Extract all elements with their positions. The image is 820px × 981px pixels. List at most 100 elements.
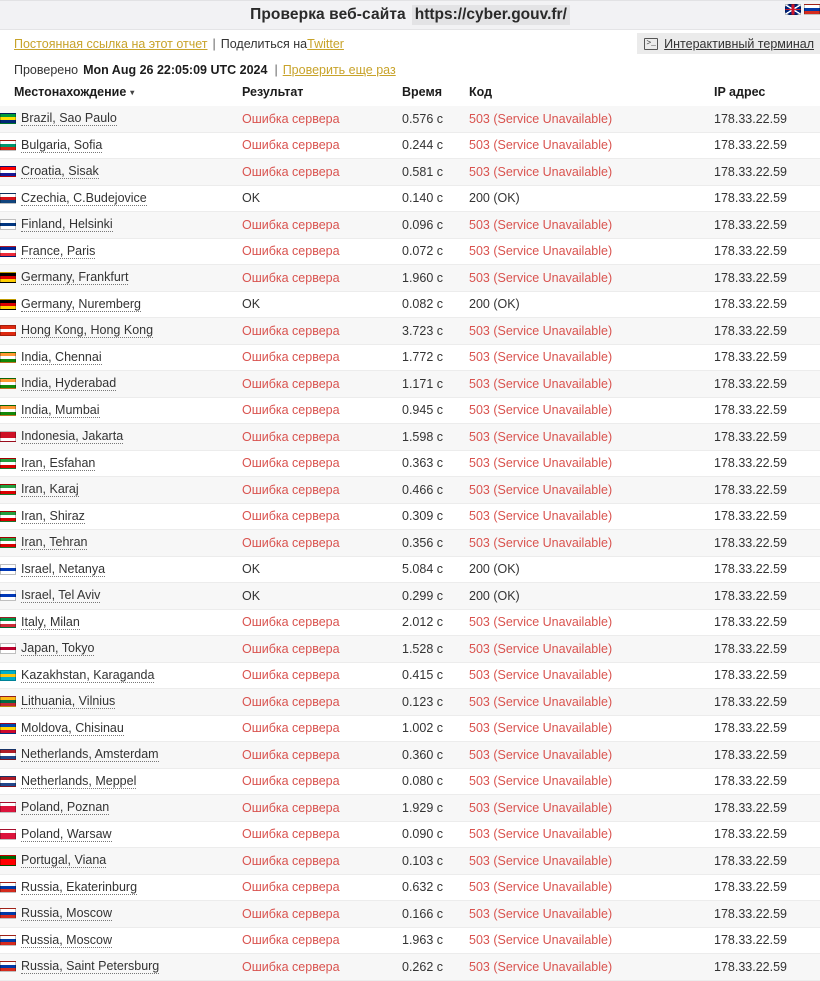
location-name[interactable]: Indonesia, Jakarta <box>21 429 124 445</box>
cell-code: 503 (Service Unavailable) <box>469 688 714 716</box>
cell-location: Netherlands, Amsterdam <box>0 741 242 769</box>
cell-location: Germany, Nuremberg <box>0 291 242 318</box>
location-name[interactable]: Italy, Milan <box>21 615 80 630</box>
cell-location: Indonesia, Jakarta <box>0 423 242 451</box>
column-header-location-label: Местонахождение <box>14 85 127 99</box>
cell-ip: 178.33.22.59 <box>714 874 820 901</box>
location-name[interactable]: Poland, Poznan <box>21 800 110 816</box>
share-label: Поделиться на <box>220 36 308 51</box>
cell-ip: 178.33.22.59 <box>714 609 820 636</box>
location-name[interactable]: Bulgaria, Sofia <box>21 138 103 153</box>
location-name[interactable]: Iran, Karaj <box>21 482 79 498</box>
location-name[interactable]: Czechia, C.Budejovice <box>21 191 147 206</box>
location-name[interactable]: Portugal, Viana <box>21 853 107 869</box>
sort-caret-icon: ▾ <box>130 88 135 97</box>
location-name[interactable]: India, Chennai <box>21 350 102 365</box>
location-name[interactable]: Iran, Shiraz <box>21 509 85 524</box>
location-name[interactable]: Poland, Warsaw <box>21 827 112 842</box>
location-name[interactable]: Kazakhstan, Karaganda <box>21 668 155 683</box>
russia-flag-icon <box>0 908 16 920</box>
location-name[interactable]: Israel, Netanya <box>21 562 106 577</box>
table-row: Germany, Nuremberg OK 0.082 с 200 (OK) 178.3… <box>0 291 820 318</box>
column-header-ip[interactable]: IP адрес <box>714 83 820 106</box>
cell-location: Kazakhstan, Karaganda <box>0 662 242 689</box>
cell-time: 0.140 с <box>402 185 469 212</box>
table-row: Croatia, Sisak Ошибка сервера 0.581 с 503 (… <box>0 158 820 186</box>
checked-url: https://cyber.gouv.fr/ <box>411 5 570 25</box>
location-name[interactable]: Iran, Esfahan <box>21 456 96 471</box>
cell-code: 503 (Service Unavailable) <box>469 132 714 159</box>
uk-flag-icon[interactable] <box>785 4 801 15</box>
cell-result: Ошибка сервера <box>242 688 402 716</box>
interactive-terminal-button[interactable]: >_ Интерактивный терминал <box>637 33 820 54</box>
location-name[interactable]: India, Hyderabad <box>21 376 117 392</box>
cell-result: Ошибка сервера <box>242 344 402 371</box>
location-name[interactable]: Netherlands, Meppel <box>21 774 137 789</box>
location-name[interactable]: Moldova, Chisinau <box>21 721 124 736</box>
cell-ip: 178.33.22.59 <box>714 529 820 557</box>
share-twitter-link[interactable]: Twitter <box>307 37 344 51</box>
location-name[interactable]: Russia, Ekaterinburg <box>21 880 138 895</box>
russia-flag-icon[interactable] <box>804 4 820 15</box>
column-header-result[interactable]: Результат <box>242 83 402 106</box>
cell-result: Ошибка сервера <box>242 900 402 928</box>
location-name[interactable]: Russia, Saint Petersburg <box>21 959 160 975</box>
cell-ip: 178.33.22.59 <box>714 794 820 822</box>
cell-location: Hong Kong, Hong Kong <box>0 317 242 345</box>
cell-result: Ошибка сервера <box>242 927 402 954</box>
russia-flag-icon <box>0 961 16 973</box>
location-name[interactable]: Lithuania, Vilnius <box>21 694 116 710</box>
cell-result: OK <box>242 582 402 610</box>
cell-location: Poland, Poznan <box>0 794 242 822</box>
location-name[interactable]: Brazil, Sao Paulo <box>21 111 117 127</box>
cell-location: France, Paris <box>0 238 242 265</box>
india-flag-icon <box>0 404 16 416</box>
cell-ip: 178.33.22.59 <box>714 185 820 212</box>
location-name[interactable]: Hong Kong, Hong Kong <box>21 323 154 339</box>
column-header-code[interactable]: Код <box>469 83 714 106</box>
location-name[interactable]: Iran, Tehran <box>21 535 88 551</box>
location-name[interactable]: Finland, Helsinki <box>21 217 113 233</box>
table-row: Russia, Saint Petersburg Ошибка сервера 0.… <box>0 953 820 981</box>
cell-time: 0.466 с <box>402 476 469 504</box>
location-name[interactable]: Russia, Moscow <box>21 906 112 922</box>
language-switcher[interactable] <box>785 4 820 15</box>
location-name[interactable]: Croatia, Sisak <box>21 164 99 180</box>
links-separator: | <box>212 36 216 51</box>
checked-row: Проверено Mon Aug 26 22:05:09 UTC 2024 |… <box>0 57 820 83</box>
location-name[interactable]: Israel, Tel Aviv <box>21 588 101 604</box>
table-row: Kazakhstan, Karaganda Ошибка сервера 0.415… <box>0 662 820 689</box>
location-name[interactable]: Germany, Nuremberg <box>21 297 141 312</box>
location-name[interactable]: Japan, Tokyo <box>21 641 95 657</box>
cell-code: 503 (Service Unavailable) <box>469 450 714 477</box>
cell-time: 0.096 с <box>402 211 469 239</box>
cell-location: Netherlands, Meppel <box>0 768 242 795</box>
cell-code: 200 (OK) <box>469 556 714 583</box>
location-name[interactable]: France, Paris <box>21 244 96 259</box>
location-name[interactable]: Netherlands, Amsterdam <box>21 747 159 763</box>
cell-result: Ошибка сервера <box>242 662 402 689</box>
recheck-link[interactable]: Проверить еще раз <box>283 63 396 77</box>
column-header-location[interactable]: Местонахождение ▾ <box>0 83 242 106</box>
cell-code: 503 (Service Unavailable) <box>469 741 714 769</box>
location-name[interactable]: Germany, Frankfurt <box>21 270 129 286</box>
table-row: Netherlands, Meppel Ошибка сервера 0.080 с… <box>0 768 820 795</box>
table-row: Russia, Ekaterinburg Ошибка сервера 0.632 … <box>0 874 820 901</box>
checked-label: Проверено <box>14 63 79 77</box>
kazakhstan-flag-icon <box>0 669 16 681</box>
cell-code: 503 (Service Unavailable) <box>469 847 714 875</box>
cell-code: 503 (Service Unavailable) <box>469 238 714 265</box>
table-row: India, Mumbai Ошибка сервера 0.945 с 503 (S… <box>0 397 820 424</box>
column-header-time[interactable]: Время <box>402 83 469 106</box>
cell-code: 503 (Service Unavailable) <box>469 927 714 954</box>
cell-location: Japan, Tokyo <box>0 635 242 663</box>
cell-ip: 178.33.22.59 <box>714 635 820 663</box>
cell-result: Ошибка сервера <box>242 874 402 901</box>
cell-code: 503 (Service Unavailable) <box>469 874 714 901</box>
location-name[interactable]: India, Mumbai <box>21 403 100 418</box>
permalink-link[interactable]: Постоянная ссылка на этот отчет <box>14 37 208 51</box>
cell-location: Lithuania, Vilnius <box>0 688 242 716</box>
cell-location: Russia, Ekaterinburg <box>0 874 242 901</box>
netherlands-flag-icon <box>0 775 16 787</box>
cell-time: 1.002 с <box>402 715 469 742</box>
